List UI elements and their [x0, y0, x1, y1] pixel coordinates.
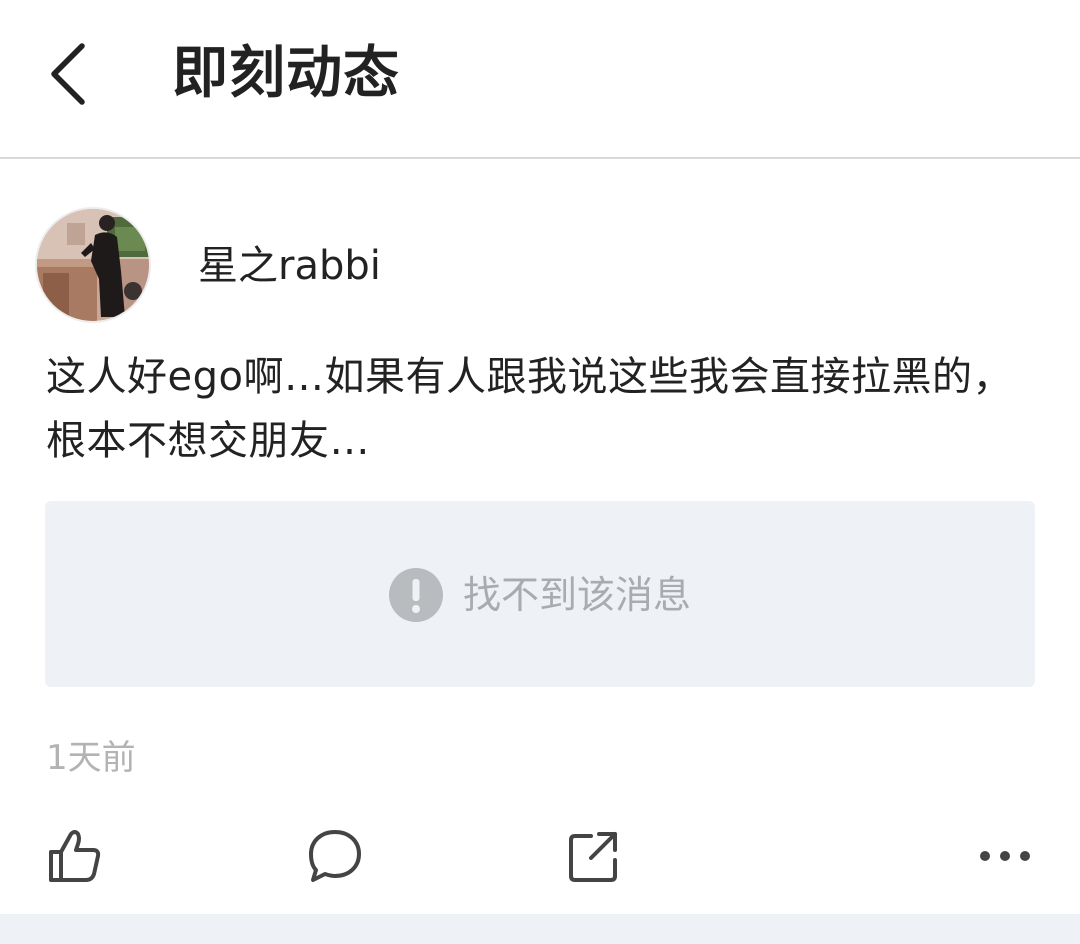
share-button[interactable]	[563, 826, 623, 886]
share-out-icon	[569, 832, 617, 882]
more-button[interactable]	[975, 826, 1035, 886]
page-title: 即刻动态	[172, 41, 400, 106]
quoted-message-card[interactable]: 找不到该消息	[45, 501, 1035, 687]
post-timestamp: 1天前	[46, 738, 136, 778]
username[interactable]: 星之rabbi	[198, 240, 381, 292]
top-bar: 即刻动态	[0, 0, 1080, 159]
exclamation-circle-icon	[388, 568, 443, 622]
message-not-found-text: 找不到该消息	[462, 573, 691, 617]
chevron-left-icon	[51, 43, 85, 105]
like-button[interactable]	[45, 826, 105, 886]
avatar[interactable]	[35, 207, 151, 323]
comment-button[interactable]	[305, 826, 365, 886]
thumbs-up-icon	[49, 830, 101, 882]
avatar-photo	[37, 209, 149, 321]
more-horizontal-icon	[980, 851, 1030, 861]
section-divider	[0, 914, 1080, 944]
quoted-message-content: 找不到该消息	[45, 567, 1035, 623]
post-text: 这人好ego啊…如果有人跟我说这些我会直接拉黑的，根本不想交朋友…	[46, 354, 1013, 464]
speech-bubble-icon	[309, 830, 361, 882]
back-button[interactable]	[40, 38, 100, 110]
